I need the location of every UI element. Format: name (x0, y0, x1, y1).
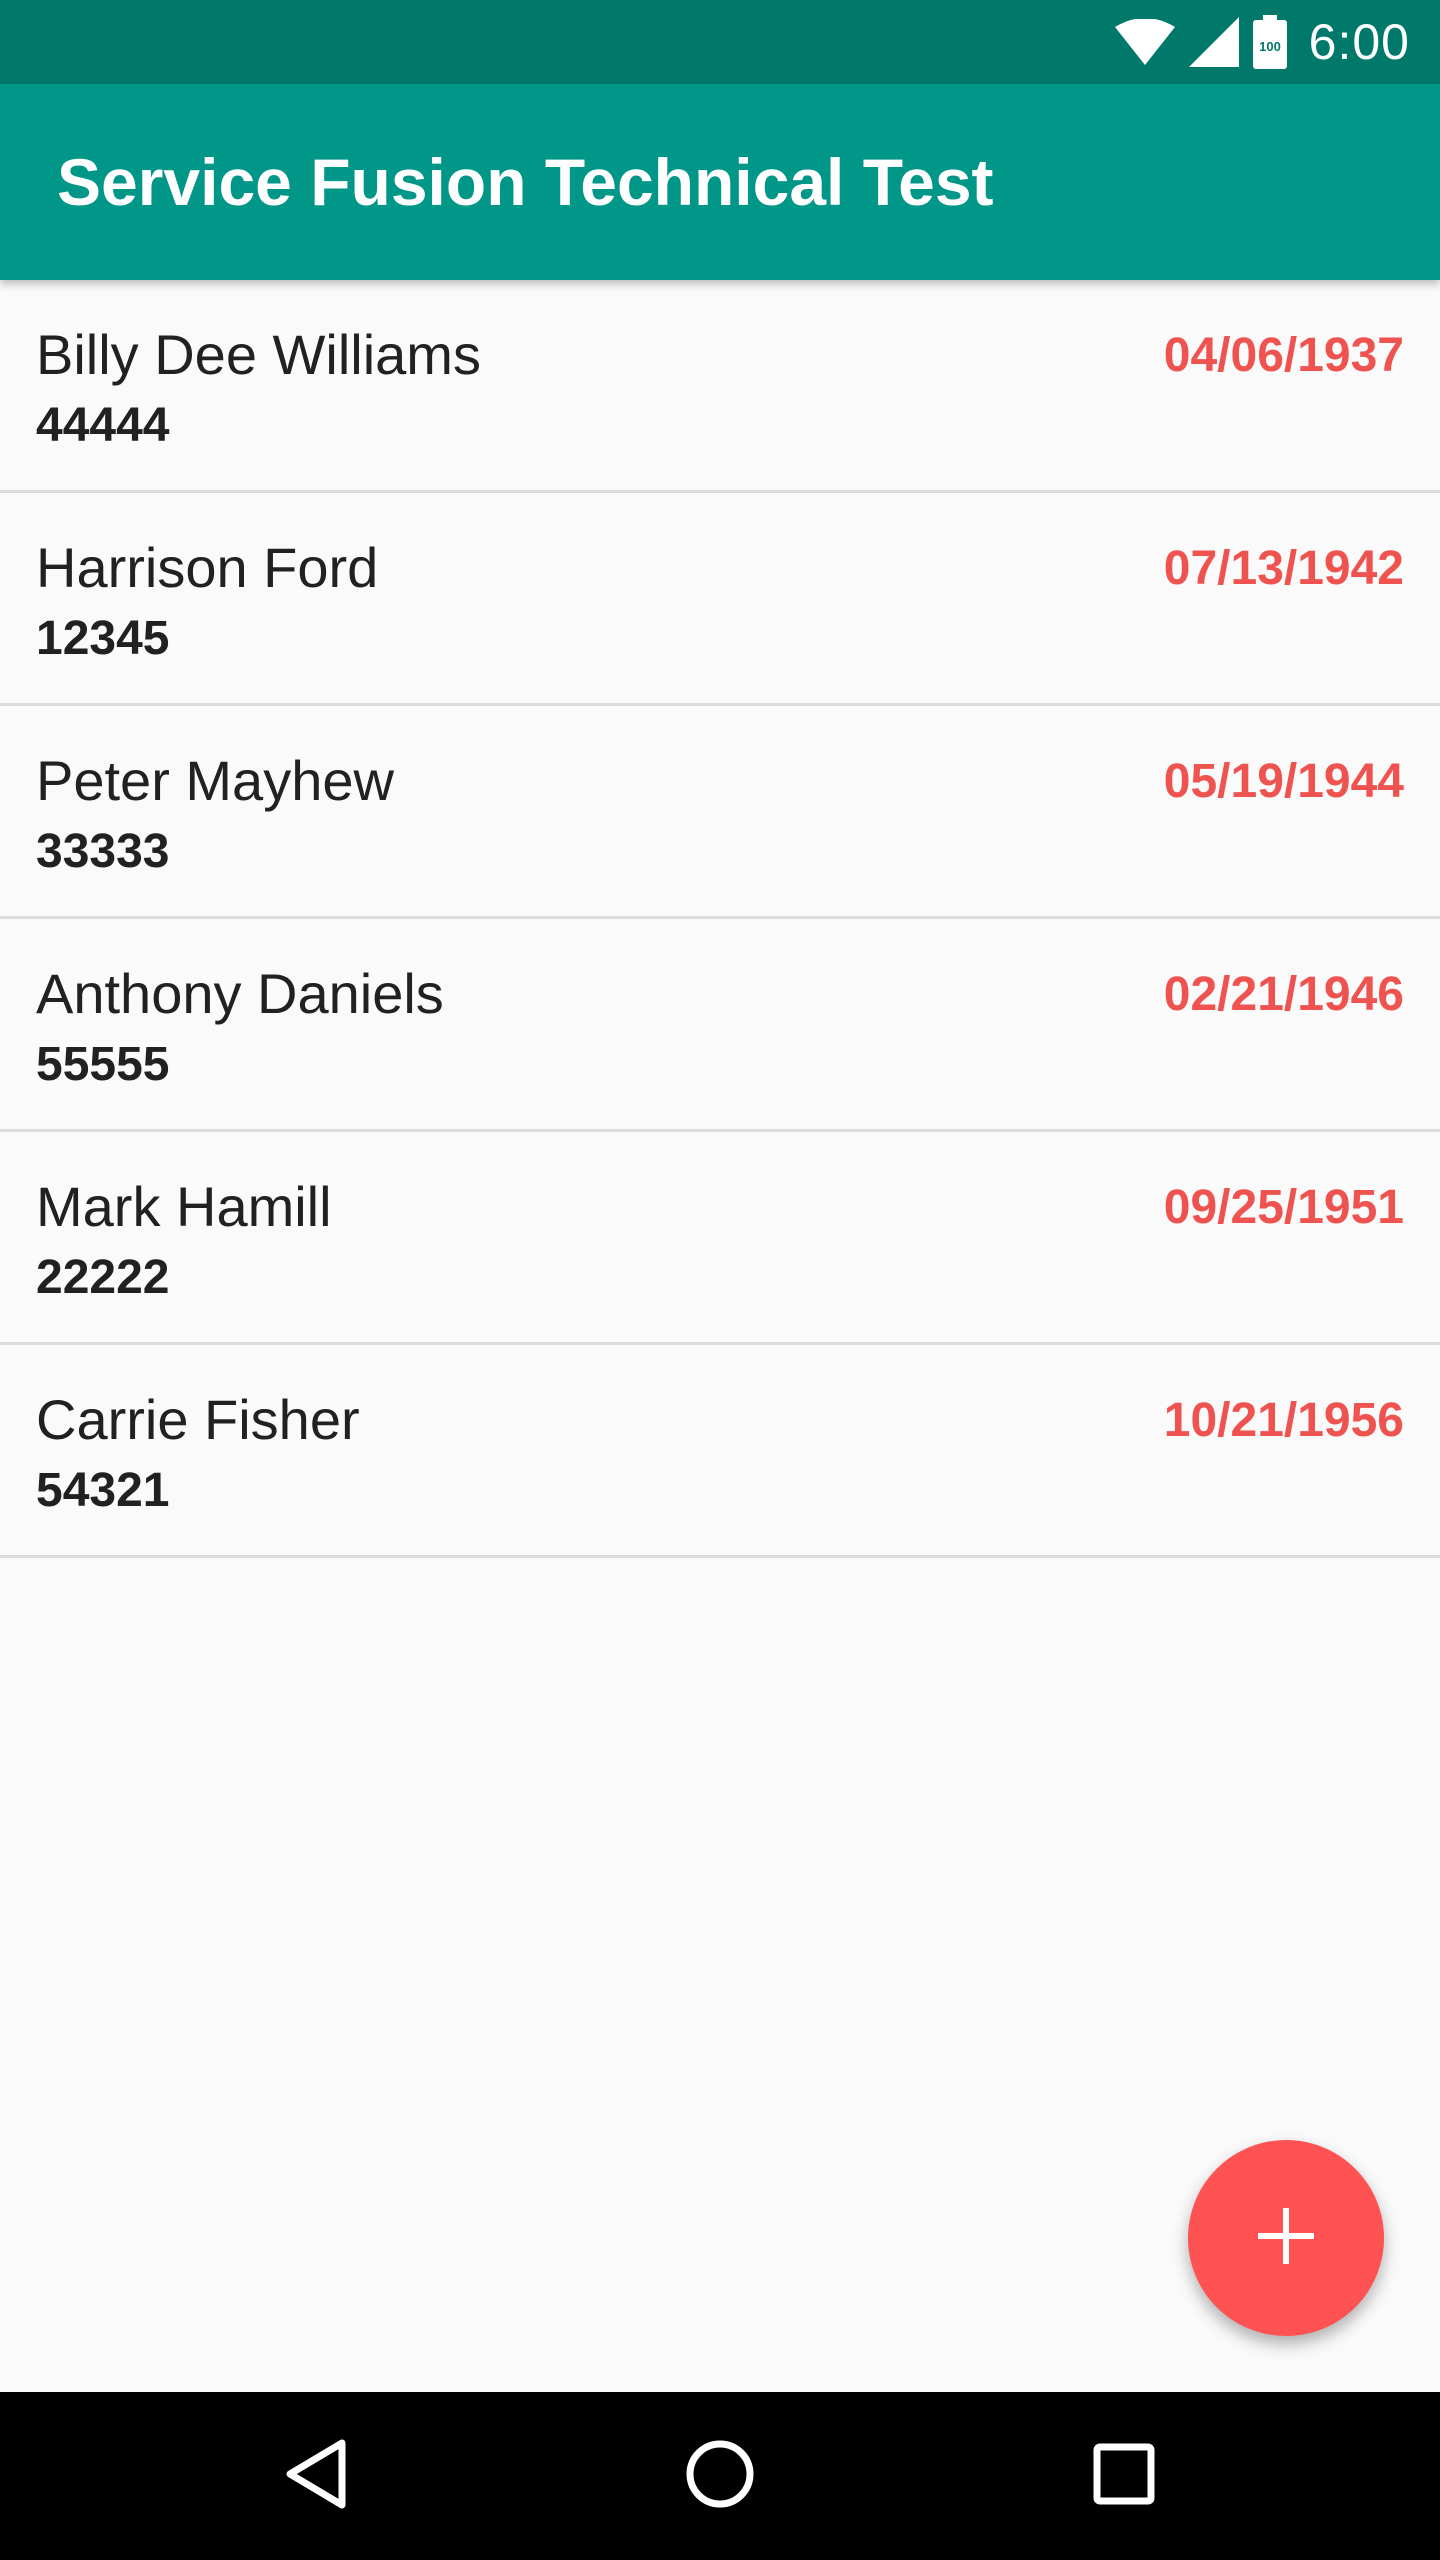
person-number: 12345 (36, 612, 170, 665)
svg-text:100: 100 (1259, 39, 1281, 54)
person-date: 09/25/1951 (1163, 1181, 1404, 1234)
recents-button[interactable] (1074, 2426, 1174, 2526)
person-date: 05/19/1944 (1163, 755, 1404, 808)
list-item[interactable]: Peter Mayhew 33333 05/19/1944 (0, 706, 1440, 919)
list-item[interactable]: Billy Dee Williams 44444 04/06/1937 (0, 280, 1440, 493)
home-button[interactable] (670, 2426, 770, 2526)
person-number: 55555 (36, 1038, 170, 1091)
person-name: Peter Mayhew (36, 749, 394, 812)
app-title: Service Fusion Technical Test (57, 145, 994, 219)
add-button[interactable] (1188, 2140, 1384, 2336)
person-date: 04/06/1937 (1163, 329, 1404, 382)
list-item[interactable]: Anthony Daniels 55555 02/21/1946 (0, 919, 1440, 1132)
back-button[interactable] (266, 2426, 366, 2526)
list-item[interactable]: Mark Hamill 22222 09/25/1951 (0, 1132, 1440, 1345)
signal-icon (1188, 17, 1239, 67)
list-item[interactable]: Carrie Fisher 54321 10/21/1956 (0, 1345, 1440, 1558)
person-name: Billy Dee Williams (36, 323, 481, 386)
person-number: 54321 (36, 1464, 170, 1517)
recents-icon (1093, 2443, 1155, 2510)
wifi-icon (1114, 19, 1175, 65)
person-name: Harrison Ford (36, 536, 379, 599)
home-icon (685, 2439, 755, 2514)
status-clock: 6:00 (1308, 14, 1410, 70)
status-bar: 100 6:00 (0, 0, 1440, 84)
navigation-bar (0, 2392, 1440, 2560)
person-name: Carrie Fisher (36, 1388, 360, 1451)
person-name: Anthony Daniels (36, 962, 444, 1025)
list-item[interactable]: Harrison Ford 12345 07/13/1942 (0, 493, 1440, 706)
person-date: 02/21/1946 (1163, 968, 1404, 1021)
people-list: Billy Dee Williams 44444 04/06/1937 Harr… (0, 280, 1440, 1558)
person-name: Mark Hamill (36, 1175, 332, 1238)
app-bar: Service Fusion Technical Test (0, 84, 1440, 280)
person-date: 10/21/1956 (1163, 1394, 1404, 1447)
battery-icon: 100 (1252, 15, 1287, 69)
person-number: 22222 (36, 1251, 170, 1304)
screen: 100 6:00 Service Fusion Technical Test B… (0, 0, 1440, 2560)
plus-icon (1258, 2207, 1314, 2269)
person-number: 44444 (36, 399, 170, 452)
person-number: 33333 (36, 825, 170, 878)
back-icon (284, 2439, 348, 2514)
person-date: 07/13/1942 (1163, 542, 1404, 595)
